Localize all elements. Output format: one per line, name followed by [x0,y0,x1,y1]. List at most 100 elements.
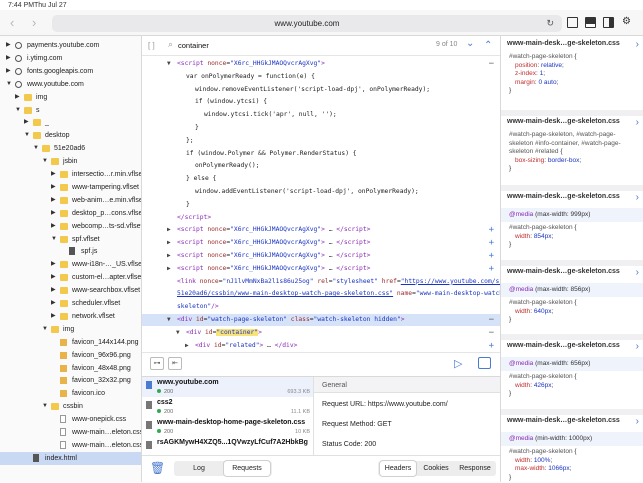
css-value[interactable]: 640px [534,308,552,315]
disclosure-closed-icon[interactable]: ▶ [51,271,56,284]
code-line[interactable]: ▼ <div id="watch-page-skeleton" class="wa… [142,314,500,326]
disclosure-closed-icon[interactable]: ▶ [15,91,20,104]
find-previous-icon[interactable]: ⌄ [466,38,474,49]
find-next-icon[interactable]: ⌃ [484,40,492,51]
css-property[interactable]: max-width [515,465,545,472]
expand-plus-icon[interactable]: + [489,340,494,352]
tree-item[interactable]: favicon_48x48.png [0,362,141,375]
tree-item[interactable]: ▶ i.ytimg.com [0,52,141,65]
tree-item[interactable]: favicon.ico [0,387,141,400]
tab-log[interactable]: Log [176,461,222,476]
tree-item[interactable]: ▼ www.youtube.com [0,78,141,91]
tab-response[interactable]: Response [456,461,494,476]
disclosure-closed-icon[interactable]: ▶ [51,168,56,181]
tree-item[interactable]: ▼ 51e20ad6 [0,142,141,155]
bracket-icon[interactable]: [ ] [148,41,155,50]
code-line[interactable]: } [142,122,500,134]
css-property[interactable]: z-index [515,70,536,77]
code-line[interactable]: ▶ <script nonce="X6rc_HHGkJMAOQvcrAgXvg">… [142,263,500,275]
css-rule-source[interactable]: www-main-desk…ge-skeleton.css [507,193,620,200]
code-line[interactable]: ▼ <script nonce="X6rc_HHGkJMAOQvcrAgXvg">… [142,58,500,70]
disclosure-closed-icon[interactable]: ▶ [51,181,56,194]
tree-item[interactable]: ▶ www-tampering.vflset [0,181,141,194]
disclosure-closed-icon[interactable]: ▶ [51,284,56,297]
forward-button[interactable]: › [32,15,36,30]
disclosure-open-icon[interactable]: ▼ [24,129,30,142]
css-rule-source[interactable]: www-main-desk…ge-skeleton.css [507,268,620,275]
tree-item[interactable]: ▶ _ [0,116,141,129]
chevron-right-icon[interactable]: › [636,117,639,128]
css-value[interactable]: 854px [534,233,552,240]
tree-item[interactable]: ▶ custom-el…apter.vflset [0,271,141,284]
copy-icon[interactable] [478,357,491,369]
tree-item[interactable]: spf.js [0,245,141,258]
css-property[interactable]: box-sizing [515,157,544,164]
address-bar[interactable]: www.youtube.com ↻ [52,15,562,32]
tree-item[interactable]: ▶ payments.youtube.com [0,39,141,52]
tab-requests[interactable]: Requests [224,461,270,476]
code-line[interactable]: window.ytcsi.tick('apr', null, ''); [142,109,500,121]
chevron-right-icon[interactable]: › [636,267,639,278]
disclosure-closed-icon[interactable]: ▶ [24,116,29,129]
code-line[interactable]: 51e20ad6/cssbin/www-main-desktop-watch-p… [142,288,500,300]
css-property[interactable]: margin [515,79,535,86]
sidebar-toggle-icon[interactable] [567,17,578,28]
expand-icon[interactable]: ▶ [167,263,171,275]
code-line[interactable]: window.removeEventListener('script-load-… [142,84,500,96]
disclosure-open-icon[interactable]: ▼ [42,323,48,336]
tree-item[interactable]: www-onepick.css [0,413,141,426]
disclosure-closed-icon[interactable]: ▶ [51,297,56,310]
tree-item[interactable]: ▶ intersectio…r.min.vflset [0,168,141,181]
css-property[interactable]: width [515,382,530,389]
css-rule-source[interactable]: www-main-desk…ge-skeleton.css [507,342,620,349]
code-line[interactable]: </script> [142,212,500,224]
trash-icon[interactable]: 🗑 [150,461,165,475]
tree-item[interactable]: ▼ spf.vflset [0,233,141,246]
tree-item[interactable]: ▶ www-i18n-…_US.vflset [0,258,141,271]
settings-sliders-icon[interactable]: ⚙ [622,16,631,27]
expand-plus-icon[interactable]: + [489,224,494,236]
code-line[interactable]: ▶ <script nonce="X6rc_HHGkJMAOQvcrAgXvg">… [142,224,500,236]
tree-item[interactable]: index.html [0,451,141,465]
code-line[interactable]: ▶ <div id="related"> … </div> + [142,340,500,352]
expand-plus-icon[interactable]: + [489,237,494,249]
disclosure-open-icon[interactable]: ▼ [51,233,57,246]
css-rule-source[interactable]: www-main-desk…ge-skeleton.css [507,118,620,125]
disclosure-open-icon[interactable]: ▼ [42,155,48,168]
tree-item[interactable]: favicon_32x32.png [0,374,141,387]
code-line[interactable]: skeleton"/> [142,301,500,313]
collapse-icon[interactable]: ▼ [167,314,171,326]
disclosure-open-icon[interactable]: ▼ [6,78,12,91]
expand-icon[interactable]: ▶ [167,250,171,262]
css-value[interactable]: 426px [534,382,552,389]
css-property[interactable]: width [515,457,530,464]
expand-plus-icon[interactable]: + [489,263,494,275]
tree-item[interactable]: favicon_144x144.png [0,336,141,349]
tree-item[interactable]: www-main…eleton.css [0,439,141,452]
bottom-panel-toggle-icon[interactable] [585,17,596,28]
tree-item[interactable]: ▶ img [0,91,141,104]
css-value[interactable]: 0 auto [539,79,557,86]
css-value[interactable]: 1 [540,70,544,77]
code-line[interactable]: if (window.ytcsi) { [142,96,500,108]
tree-item[interactable]: ▶ www-searchbox.vflset [0,284,141,297]
tab-cookies[interactable]: Cookies [418,461,454,476]
disclosure-closed-icon[interactable]: ▶ [51,310,56,323]
css-property[interactable]: width [515,308,530,315]
collapse-minus-icon[interactable]: − [489,314,494,326]
disclosure-open-icon[interactable]: ▼ [33,142,39,155]
collapse-icon[interactable]: ▼ [176,327,180,339]
disclosure-closed-icon[interactable]: ▶ [51,220,56,233]
tree-item[interactable]: ▶ desktop_p…cons.vflset [0,207,141,220]
disclosure-closed-icon[interactable]: ▶ [51,194,56,207]
tree-item[interactable]: ▼ img [0,323,141,336]
code-line[interactable]: } [142,199,500,211]
chevron-right-icon[interactable]: › [636,416,639,427]
code-line[interactable]: } else { [142,173,500,185]
tab-headers[interactable]: Headers [380,461,416,476]
chevron-right-icon[interactable]: › [636,39,639,50]
expand-icon[interactable]: ▶ [185,340,189,352]
back-button[interactable]: ‹ [10,15,14,30]
tree-item[interactable]: ▼ cssbin [0,400,141,413]
css-rule-source[interactable]: www-main-desk…ge-skeleton.css [507,417,620,424]
